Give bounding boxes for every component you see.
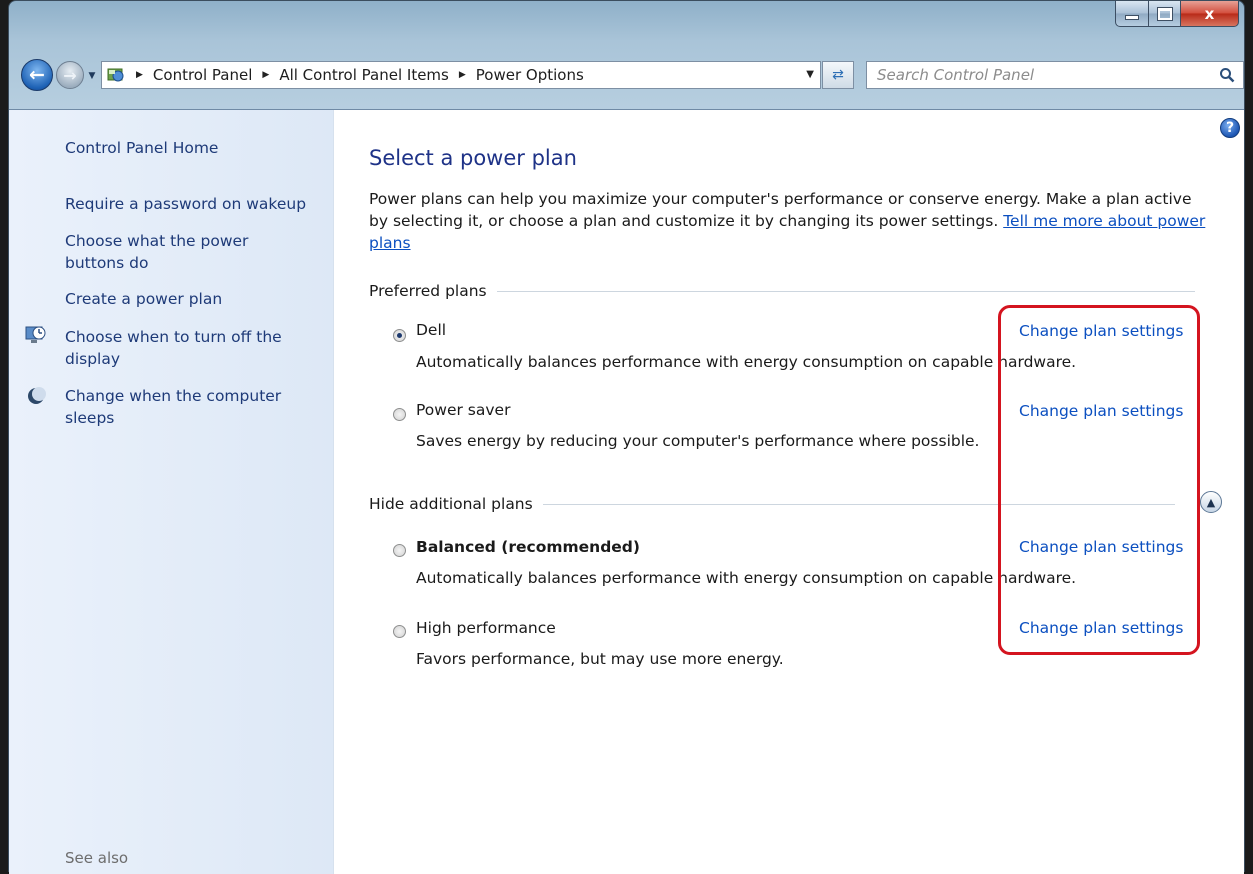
refresh-icon: ⇄	[832, 67, 844, 83]
navigation-bar: ← → ▼ ▶ Control Panel ▶ All Control Pane…	[9, 59, 1244, 95]
control-panel-icon	[106, 66, 126, 84]
close-icon: x	[1204, 4, 1215, 23]
control-panel-home-link[interactable]: Control Panel Home	[65, 137, 325, 159]
minimize-button[interactable]	[1115, 1, 1149, 27]
breadcrumb-power-options[interactable]: Power Options	[476, 66, 584, 84]
breadcrumb-separator[interactable]: ▶	[459, 70, 466, 80]
plan-name-power-saver[interactable]: Power saver	[416, 401, 510, 419]
moon-icon	[28, 387, 46, 404]
help-icon[interactable]: ?	[1220, 118, 1240, 138]
forward-button[interactable]: →	[56, 61, 84, 89]
plan-name-dell[interactable]: Dell	[416, 321, 446, 339]
maximize-button[interactable]	[1149, 1, 1181, 27]
plan-name-balanced[interactable]: Balanced (recommended)	[416, 538, 640, 556]
plan-name-high-performance[interactable]: High performance	[416, 619, 556, 637]
breadcrumb-control-panel[interactable]: Control Panel	[153, 66, 252, 84]
plan-radio-high-performance[interactable]	[393, 625, 406, 638]
search-icon[interactable]	[1219, 67, 1235, 83]
search-input[interactable]: Search Control Panel	[866, 61, 1244, 89]
back-arrow-icon: ←	[29, 64, 45, 86]
plan-desc-balanced: Automatically balances performance with …	[416, 569, 1077, 587]
forward-arrow-icon: →	[63, 65, 77, 85]
plan-desc-dell: Automatically balances performance with …	[416, 353, 1077, 371]
plan-radio-balanced[interactable]	[393, 544, 406, 557]
display-clock-icon	[25, 326, 46, 343]
highlight-annotation	[998, 305, 1200, 655]
maximize-icon	[1156, 6, 1173, 21]
sidebar-link-require-password[interactable]: Require a password on wakeup	[65, 193, 325, 215]
close-button[interactable]: x	[1181, 1, 1239, 27]
recent-pages-dropdown[interactable]: ▼	[87, 69, 97, 83]
sidebar-link-power-buttons[interactable]: Choose what the power buttons do	[65, 230, 285, 274]
refresh-button[interactable]: ⇄	[822, 61, 854, 89]
plan-desc-power-saver: Saves energy by reducing your computer's…	[416, 432, 980, 450]
plan-desc-high-performance: Favors performance, but may use more ene…	[416, 650, 784, 668]
minimize-icon	[1125, 15, 1139, 20]
breadcrumb-separator[interactable]: ▶	[136, 70, 143, 80]
plan-radio-dell[interactable]	[393, 329, 406, 342]
search-placeholder: Search Control Panel	[877, 66, 1035, 84]
see-also-heading: See also	[65, 849, 129, 867]
task-pane: Control Panel Home Require a password on…	[9, 110, 334, 874]
intro-text: Power plans can help you maximize your c…	[369, 188, 1209, 254]
sidebar-link-create-plan[interactable]: Create a power plan	[65, 288, 325, 310]
sidebar-link-display-off[interactable]: Choose when to turn off the display	[65, 326, 305, 370]
page-title: Select a power plan	[369, 146, 577, 170]
breadcrumb-separator[interactable]: ▶	[262, 70, 269, 80]
address-bar[interactable]: ▶ Control Panel ▶ All Control Panel Item…	[101, 61, 821, 89]
preferred-plans-heading: Preferred plans	[369, 282, 1195, 300]
collapse-chevron-icon[interactable]: ▲	[1200, 491, 1222, 513]
preferred-plans-label: Preferred plans	[369, 282, 487, 300]
breadcrumb-all-items[interactable]: All Control Panel Items	[279, 66, 449, 84]
plan-radio-power-saver[interactable]	[393, 408, 406, 421]
back-button[interactable]: ←	[21, 59, 53, 91]
group-divider	[496, 290, 1195, 292]
sidebar-link-sleep[interactable]: Change when the computer sleeps	[65, 385, 305, 429]
caption-buttons: x	[1115, 1, 1239, 33]
hide-additional-plans-label[interactable]: Hide additional plans	[369, 495, 533, 513]
address-dropdown-icon[interactable]: ▼	[806, 69, 814, 80]
